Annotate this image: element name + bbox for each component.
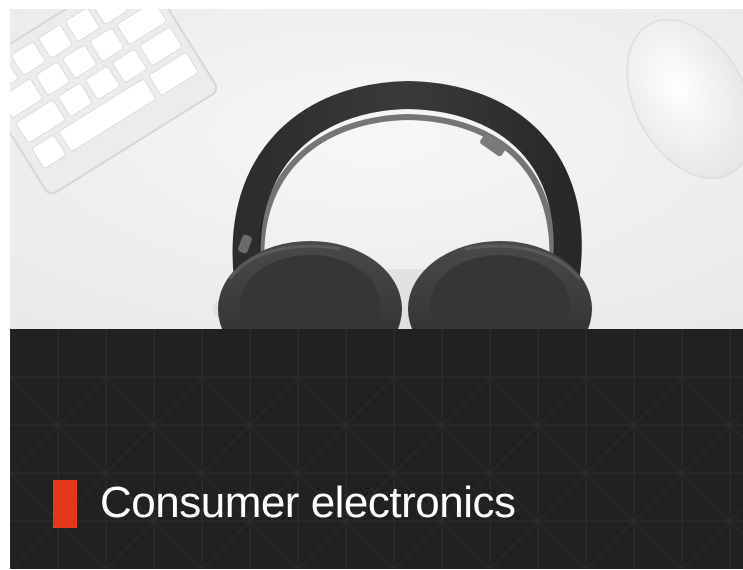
accent-bar (53, 480, 77, 528)
category-title[interactable]: Consumer electronics (100, 477, 516, 530)
hero-image (10, 9, 743, 329)
category-card[interactable]: Consumer electronics (10, 9, 743, 569)
headphones-on-desk-image (10, 9, 743, 329)
category-banner: Consumer electronics (10, 329, 743, 569)
grid-pattern (10, 329, 743, 569)
